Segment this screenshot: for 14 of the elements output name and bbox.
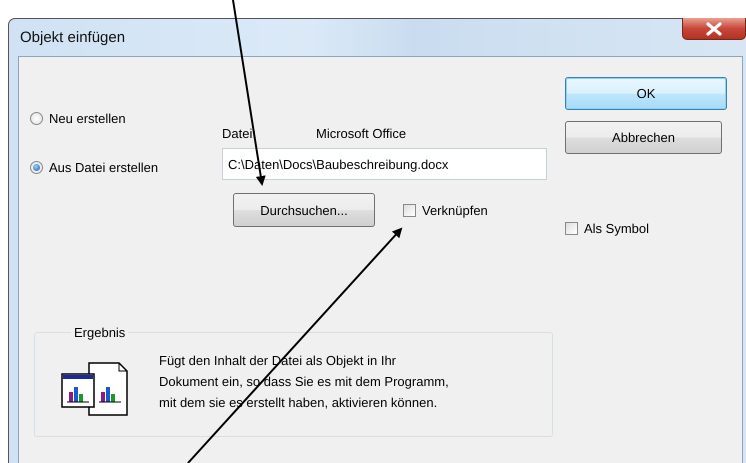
radio-option[interactable]: Neu erstellen bbox=[30, 110, 222, 126]
cancel-button[interactable]: Abbrechen bbox=[565, 121, 722, 154]
radio-option[interactable]: Aus Datei erstellen bbox=[30, 159, 222, 175]
window-title: Objekt einfügen bbox=[20, 29, 126, 46]
group-title: Ergebnis bbox=[73, 325, 126, 340]
documents-chart-icon bbox=[61, 362, 129, 416]
description-text: Dokument ein, so dass Sie es mit dem Programm, bbox=[159, 373, 449, 391]
ok-button[interactable]: OK bbox=[565, 77, 727, 110]
file-type: Microsoft Office bbox=[316, 126, 406, 140]
checkbox[interactable]: Verknüpfen bbox=[403, 202, 488, 218]
browse-button[interactable]: Durchsuchen... bbox=[233, 193, 375, 227]
close-icon bbox=[705, 22, 723, 36]
close-button[interactable] bbox=[682, 18, 746, 40]
checkbox[interactable]: Als Symbol bbox=[565, 221, 727, 236]
